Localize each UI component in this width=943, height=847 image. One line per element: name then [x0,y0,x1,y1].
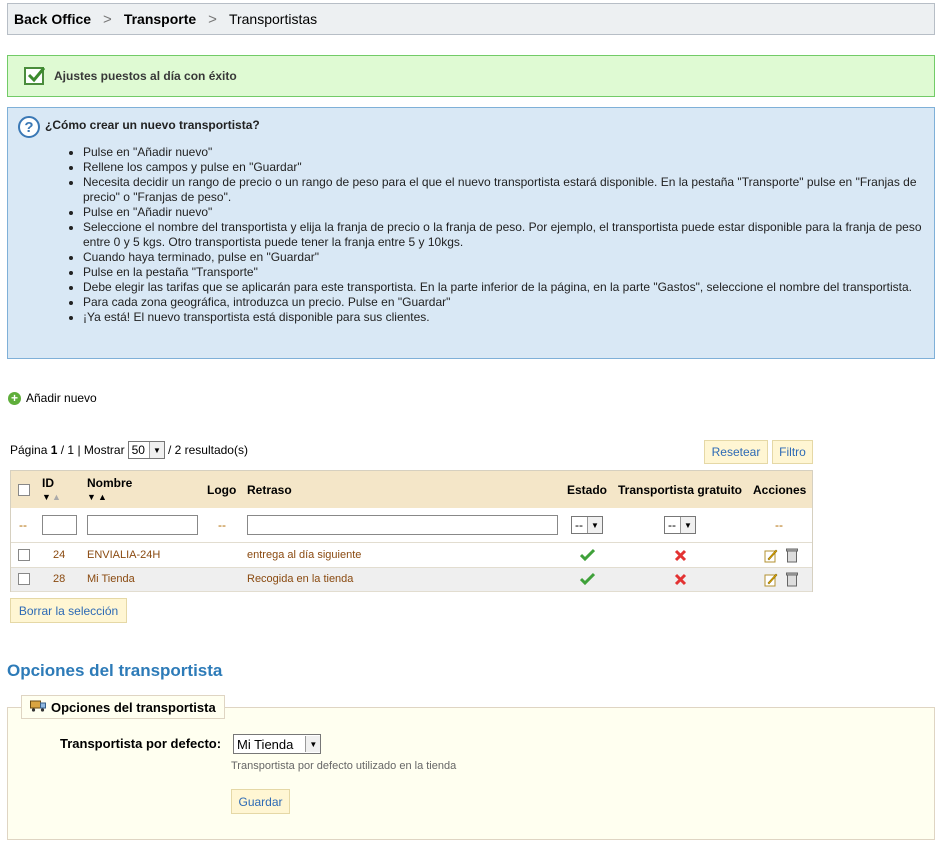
checkmark-icon [24,67,46,85]
row-checkbox[interactable] [18,549,30,561]
help-step: Pulse en "Añadir nuevo" [83,145,925,160]
header-actions: Acciones [753,483,807,497]
help-step: Necesita decidir un rango de precio o un… [83,175,925,205]
success-message: Ajustes puestos al día con éxito [7,55,935,97]
help-step: Pulse en la pestaña "Transporte" [83,265,925,280]
disabled-cross-icon[interactable] [674,573,687,589]
add-new-label: Añadir nuevo [26,391,97,405]
id-filter-input[interactable] [42,515,77,535]
disabled-cross-icon[interactable] [674,549,687,565]
status-filter-value: -- [575,518,583,532]
help-step: Seleccione el nombre del transportista y… [83,220,925,250]
total-pages: 1 [67,443,75,457]
select-all-checkbox[interactable] [18,484,30,496]
truck-icon [30,700,46,715]
help-step: Cuando haya terminado, pulse en "Guardar… [83,250,925,265]
edit-icon[interactable] [764,548,778,566]
header-delay: Retraso [247,483,292,497]
filter-button[interactable]: Filtro [772,440,813,464]
page-label: Página [10,443,48,457]
save-button[interactable]: Guardar [231,789,290,814]
add-icon: + [8,391,21,405]
name-filter-input[interactable] [87,515,198,535]
enabled-check-icon[interactable] [579,572,596,589]
help-step: Rellene los campos y pulse en "Guardar" [83,160,925,175]
table-row[interactable]: 24 ENVIALIA-24H entrega al día siguiente [11,544,812,568]
breadcrumb-back-office[interactable]: Back Office [14,11,91,27]
default-carrier-select[interactable]: Mi Tienda ▼ [233,734,322,754]
breadcrumb-transporte[interactable]: Transporte [124,11,196,27]
help-title: ¿Cómo crear un nuevo transportista? [45,118,260,132]
header-free: Transportista gratuito [618,483,743,497]
table-row[interactable]: 28 Mi Tienda Recogida en la tienda [11,568,812,592]
legend-text: Opciones del transportista [51,699,216,715]
question-icon: ? [18,116,40,138]
per-page-select[interactable]: 50 ▼ [127,441,165,459]
help-box: ? ¿Cómo crear un nuevo transportista? Pu… [7,107,935,359]
help-step: Debe elegir las tarifas que se aplicarán… [83,280,925,295]
add-new-link[interactable]: + Añadir nuevo [8,391,97,405]
header-name: Nombre [87,476,133,490]
logo-filter-dash: -- [218,518,226,532]
table-header: ID ▼ ▲ Nombre ▼ ▲ Logo Retraso Estado Tr… [11,471,812,508]
results-count: / 2 resultado(s) [167,443,248,457]
default-carrier-label: Transportista por defecto: [60,736,222,751]
delete-icon[interactable] [786,572,798,590]
status-filter-select[interactable]: -- ▼ [571,516,603,534]
filter-row: -- -- -- ▼ -- ▼ -- [11,508,812,543]
row-id: 24 [53,549,66,561]
chevron-down-icon: ▼ [587,517,602,533]
header-id: ID [42,476,54,490]
free-filter-select[interactable]: -- ▼ [664,516,696,534]
row-name: Mi Tienda [87,573,135,585]
delay-filter-input[interactable] [247,515,558,535]
show-label: Mostrar [83,443,125,457]
breadcrumb-current: Transportistas [228,11,318,27]
current-page: 1 [50,443,58,457]
carrier-options-fieldset: Transportista por defecto: Mi Tienda ▼ T… [7,707,935,840]
sort-asc-icon[interactable]: ▲ [52,492,61,502]
breadcrumb: Back Office > Transporte > Transportista… [7,3,935,35]
per-page-value: 50 [131,443,145,457]
edit-icon[interactable] [764,572,778,590]
bulk-delete-button[interactable]: Borrar la selección [10,598,127,623]
carriers-table: ID ▼ ▲ Nombre ▼ ▲ Logo Retraso Estado Tr… [10,470,813,592]
row-checkbox[interactable] [18,573,30,585]
breadcrumb-separator-icon: > [208,10,217,28]
row-id: 28 [53,573,66,585]
free-filter-value: -- [668,518,676,532]
enabled-check-icon[interactable] [579,548,596,565]
chevron-down-icon: ▼ [680,517,695,533]
header-logo: Logo [207,483,237,497]
pagination: Página 1 / 1 | Mostrar 50 ▼ / 2 resultad… [10,441,248,459]
chevron-down-icon: ▼ [305,736,321,752]
default-carrier-value: Mi Tienda [237,736,294,752]
actions-filter-dash: -- [775,518,783,532]
help-step: Pulse en "Añadir nuevo" [83,205,925,220]
carrier-options-heading: Opciones del transportista [7,661,223,680]
delete-icon[interactable] [786,548,798,566]
help-step: Para cada zona geográfica, introduzca un… [83,295,925,310]
sort-asc-icon[interactable]: ▲ [98,492,107,502]
help-steps: Pulse en "Añadir nuevo" Rellene los camp… [65,145,925,325]
carrier-options-legend: Opciones del transportista [21,695,225,719]
breadcrumb-separator-icon: > [103,10,112,28]
filter-dash: -- [19,518,27,532]
row-delay: entrega al día siguiente [247,549,362,561]
sort-desc-icon[interactable]: ▼ [42,492,51,502]
row-name: ENVIALIA-24H [87,549,161,561]
help-step: ¡Ya está! El nuevo transportista está di… [83,310,925,325]
reset-button[interactable]: Resetear [704,440,768,464]
success-text: Ajustes puestos al día con éxito [54,69,237,83]
row-delay: Recogida en la tienda [247,573,354,585]
chevron-down-icon: ▼ [148,442,164,458]
default-carrier-hint: Transportista por defecto utilizado en l… [231,760,457,772]
header-status: Estado [567,483,608,497]
sort-desc-icon[interactable]: ▼ [87,492,96,502]
